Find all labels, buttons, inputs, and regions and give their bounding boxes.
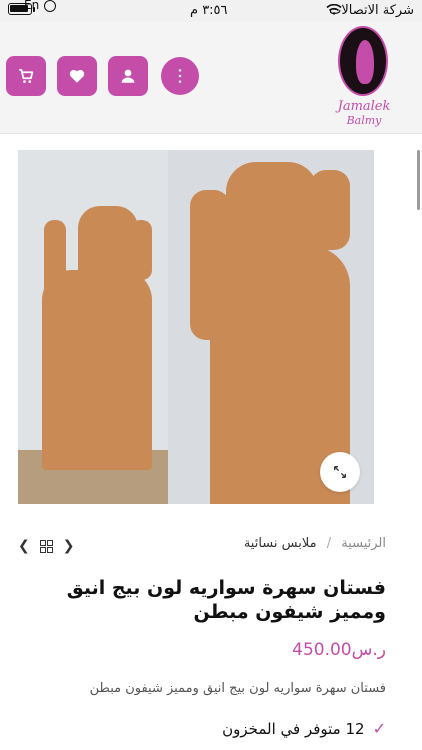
brand-subname: Balmy (346, 114, 382, 127)
battery-tip (33, 7, 35, 12)
wishlist-button[interactable] (57, 56, 97, 96)
product-short-description: فستان سهرة سواريه لون بيج انيق ومميز شيف… (89, 681, 386, 696)
breadcrumb-home[interactable]: الرئيسية (341, 536, 386, 551)
menu-button[interactable] (161, 57, 199, 95)
dress-left-sleeve (44, 220, 66, 330)
globe-icon (44, 0, 56, 12)
breadcrumb: الرئيسية / ملابس نسائية (244, 536, 386, 551)
dress-right-sleeve (190, 190, 230, 340)
menu-icon (178, 69, 182, 83)
account-button[interactable] (108, 56, 148, 96)
dress-right-bodice (226, 162, 318, 252)
cart-button[interactable] (6, 56, 46, 96)
wifi-icon (326, 4, 342, 15)
heart-icon (69, 69, 85, 83)
zoom-button[interactable] (320, 452, 360, 492)
brand-name: Jamalek (337, 99, 391, 114)
cart-icon (19, 69, 34, 83)
product-title: فستان سهرة سواريه لون بيج انيق ومميز شيف… (66, 577, 386, 623)
app-header: Jamalek Balmy (0, 22, 422, 134)
product-price: ر.س450.00 (292, 640, 386, 660)
status-bar: شركة الاتصالات ٣:٥٦ م En (0, 0, 422, 22)
status-time: ٣:٥٦ م (190, 3, 228, 18)
breadcrumb-category[interactable]: ملابس نسائية (244, 536, 317, 551)
logo-emblem (338, 26, 388, 96)
stock-text: 12 متوفر في المخزون (222, 719, 365, 738)
breadcrumb-row: ❮ ❯ الرئيسية / ملابس نسائية (18, 536, 386, 556)
grid-icon[interactable] (39, 539, 53, 553)
product-navigation: ❮ ❯ (18, 536, 84, 556)
dress-right-sleeve-2 (310, 170, 350, 250)
previous-product-chevron-icon[interactable]: ❮ (18, 538, 30, 554)
breadcrumb-separator: / (326, 536, 332, 551)
dress-left-sleeve-2 (130, 220, 152, 280)
page-scrollbar[interactable] (417, 150, 420, 210)
brand-logo[interactable]: Jamalek Balmy (332, 26, 396, 130)
check-icon: ✓ (372, 719, 386, 738)
product-image-gallery[interactable] (18, 150, 374, 504)
battery-icon (8, 3, 32, 15)
stock-status: ✓ 12 متوفر في المخزون (222, 719, 386, 738)
dress-left-bodice (78, 206, 138, 276)
next-product-chevron-icon[interactable]: ❯ (63, 538, 75, 554)
expand-icon (334, 466, 346, 478)
logo-figure (356, 40, 374, 84)
user-icon (121, 69, 135, 83)
